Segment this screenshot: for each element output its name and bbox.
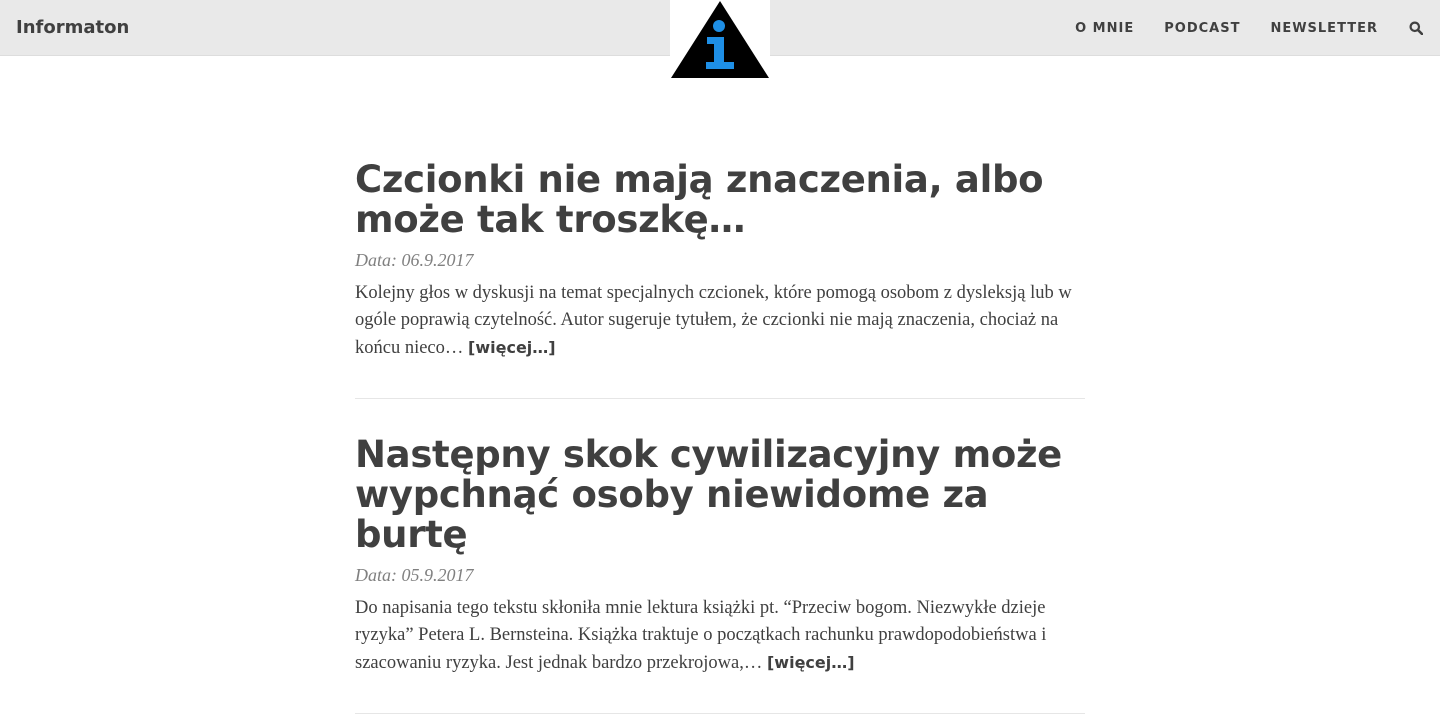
post-title: Następny skok cywilizacyjny może wypchną… [355, 435, 1085, 555]
read-more-link[interactable]: [więcej…] [468, 338, 556, 357]
site-logo[interactable] [670, 0, 770, 80]
post-item: Następny skok cywilizacyjny może wypchną… [355, 435, 1085, 714]
nav-item-o-mnie[interactable]: O MNIE [1075, 21, 1134, 36]
post-title-link[interactable]: Następny skok cywilizacyjny może wypchną… [355, 433, 1062, 556]
nav-item-newsletter[interactable]: NEWSLETTER [1270, 21, 1378, 36]
post-list: Czcionki nie mają znaczenia, albo może t… [355, 160, 1085, 720]
post-date: Data: 05.9.2017 [355, 565, 474, 585]
nav-item-podcast[interactable]: PODCAST [1164, 21, 1240, 36]
main-nav: O MNIE PODCAST NEWSLETTER [1045, 0, 1440, 56]
post-title: Czcionki nie mają znaczenia, albo może t… [355, 160, 1085, 240]
brand-link[interactable]: Informaton [16, 0, 129, 56]
read-more-link[interactable]: [więcej…] [767, 653, 855, 672]
post-excerpt: Kolejny głos w dyskusji na temat specjal… [355, 280, 1085, 362]
post-excerpt: Do napisania tego tekstu skłoniła mnie l… [355, 595, 1085, 677]
post-excerpt-text: Do napisania tego tekstu skłoniła mnie l… [355, 598, 1047, 673]
post-date: Data: 06.9.2017 [355, 250, 474, 270]
post-item: Czcionki nie mają znaczenia, albo może t… [355, 160, 1085, 399]
info-triangle-icon [671, 1, 769, 78]
post-excerpt-text: Kolejny głos w dyskusji na temat specjal… [355, 283, 1072, 358]
post-title-link[interactable]: Czcionki nie mają znaczenia, albo może t… [355, 158, 1044, 241]
search-icon[interactable] [1408, 20, 1424, 36]
